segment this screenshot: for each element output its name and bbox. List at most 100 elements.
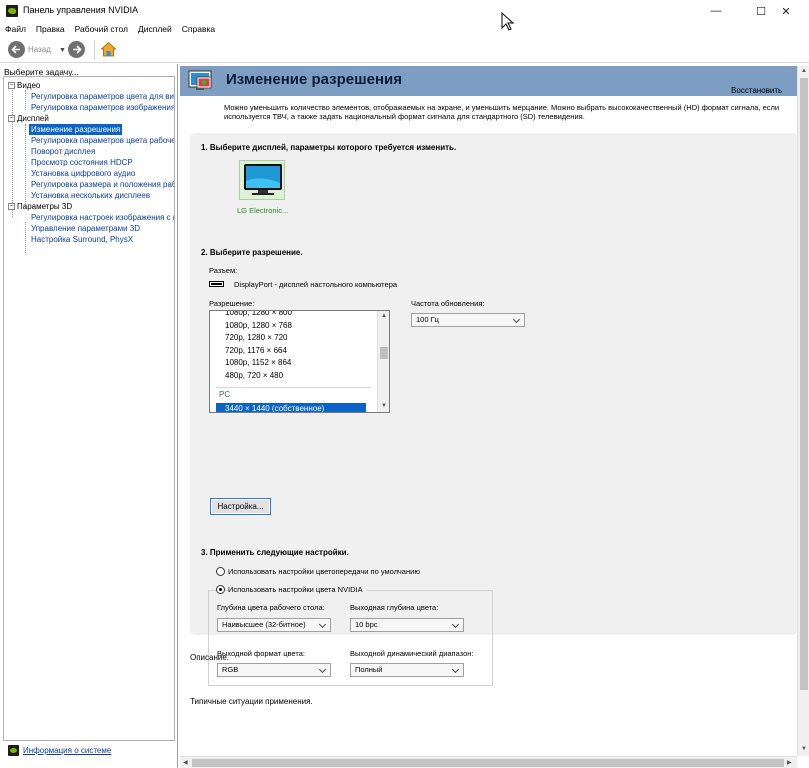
tree-item-desktop-color[interactable]: Регулировка параметров цвета рабочего ст… (31, 135, 174, 146)
menu-desktop[interactable]: Рабочий стол (75, 24, 128, 34)
tree-category-label: Дисплей (17, 114, 49, 123)
radio-default-color-label[interactable]: Использовать настройки цветопередачи по … (228, 567, 420, 576)
tree-category-label: Параметры 3D (17, 202, 73, 211)
forward-arrow-icon (73, 45, 82, 54)
desktop-depth-select[interactable]: Наивысшее (32-битное) (217, 618, 331, 632)
nvidia-app-icon (6, 5, 18, 17)
task-tree: − Видео Регулировка параметров цвета для … (3, 76, 175, 741)
radio-default-color[interactable] (216, 567, 225, 576)
toolbar: Назад ▼ (0, 37, 809, 63)
scroll-left-icon[interactable]: ◀ (183, 759, 188, 766)
back-button[interactable] (8, 41, 25, 58)
nvidia-logo-icon (8, 745, 19, 756)
output-format-label: Выходной формат цвета: (217, 649, 305, 658)
display-settings-icon (188, 70, 212, 90)
task-pane: Выберите задачу... − Видео Регулировка па… (0, 64, 178, 768)
tree-item-manage-3d[interactable]: Управление параметрами 3D (31, 223, 140, 234)
customize-button[interactable]: Настройка... (210, 498, 271, 515)
tree-item-rotate-display[interactable]: Поворот дисплея (31, 146, 95, 157)
tree-line (25, 90, 26, 110)
section-select-resolution: 2. Выберите разрешение. (201, 248, 303, 257)
description-label: Описание. (190, 653, 230, 662)
system-info[interactable]: Информация о системе (8, 745, 111, 756)
list-group-pc: PC (219, 390, 231, 399)
tree-line (25, 124, 26, 208)
monitor-icon (244, 164, 282, 195)
list-item[interactable]: 1080p, 1152 × 864 (225, 357, 291, 369)
list-item[interactable]: 720p, 1176 × 664 (225, 345, 287, 357)
desktop-depth-label: Глубина цвета рабочего стола: (217, 603, 325, 612)
dynamic-range-label: Выходной динамический диапазон: (350, 649, 474, 658)
menu-file[interactable]: Файл (5, 24, 26, 34)
tree-item-video-image[interactable]: Регулировка параметров изображения для в… (31, 102, 174, 113)
refresh-rate-select[interactable]: 100 Гц (411, 313, 525, 327)
radio-nvidia-color-label[interactable]: Использовать настройки цвета NVIDIA (228, 585, 366, 594)
tree-line (25, 222, 26, 253)
restore-link[interactable]: Восстановить (731, 86, 782, 95)
tree-category-label: Видео (17, 81, 41, 90)
scroll-up-icon[interactable]: ▲ (381, 313, 387, 319)
minimize-button[interactable]: — (693, 0, 739, 22)
menu-help[interactable]: Справка (182, 24, 215, 34)
home-icon[interactable] (100, 41, 117, 58)
refresh-rate-label: Частота обновления: (411, 299, 485, 308)
resolution-list[interactable]: 1080p, 1280 × 800 1080p, 1280 × 768 720p… (209, 310, 390, 413)
output-format-select[interactable]: RGB (217, 663, 331, 677)
scroll-thumb[interactable] (380, 347, 388, 359)
dynamic-range-select[interactable]: Полный (350, 663, 464, 677)
scroll-up-icon[interactable]: ▲ (801, 68, 807, 74)
window-title: Панель управления NVIDIA (23, 5, 139, 15)
page-banner: Изменение разрешения (180, 66, 797, 96)
menu-edit[interactable]: Правка (36, 24, 65, 34)
tree-item-change-resolution[interactable]: Изменение разрешения (29, 124, 123, 135)
tree-item-multiple-displays[interactable]: Установка нескольких дисплеев (31, 190, 150, 201)
title-bar: Панель управления NVIDIA — ☐ ✕ (0, 0, 809, 22)
scroll-down-icon[interactable]: ▼ (801, 746, 807, 752)
collapse-icon[interactable]: − (8, 115, 15, 123)
tree-item-video-color[interactable]: Регулировка параметров цвета для видео (31, 91, 174, 102)
tree-category-video[interactable]: − Видео (8, 80, 40, 91)
tree-category-3d[interactable]: − Параметры 3D (8, 201, 72, 212)
display-name: LG Electronic... (237, 206, 289, 215)
tree-item-hdcp-status[interactable]: Просмотр состояния HDCP (31, 157, 133, 168)
content-pane: Изменение разрешения Восстановить Можно … (180, 64, 809, 768)
list-item[interactable]: 720p, 1280 × 720 (225, 332, 288, 344)
forward-button[interactable] (68, 41, 85, 58)
tree-item-surround-physx[interactable]: Настройка Surround, PhysX (31, 234, 133, 245)
radio-nvidia-color[interactable] (216, 585, 225, 594)
output-depth-label: Выходная глубина цвета: (350, 603, 439, 612)
resolution-list-scrollbar[interactable]: ▲ ▼ (377, 311, 389, 412)
connector-value: DisplayPort - дисплей настольного компью… (234, 280, 398, 289)
system-info-link[interactable]: Информация о системе (23, 746, 111, 755)
collapse-icon[interactable]: − (8, 82, 15, 90)
tree-item-desktop-size[interactable]: Регулировка размера и положения рабочего… (31, 179, 174, 190)
scroll-thumb[interactable] (800, 78, 808, 690)
list-item[interactable]: 1080p, 1280 × 768 (225, 320, 292, 332)
connector-label: Разъем: (209, 266, 238, 275)
tree-item-image-preview[interactable]: Регулировка настроек изображения с просм… (31, 212, 174, 223)
scroll-right-icon[interactable]: ▶ (787, 759, 792, 766)
history-dropdown-icon[interactable]: ▼ (59, 47, 66, 54)
list-item[interactable]: 480p, 720 × 480 (225, 370, 283, 382)
tree-line (12, 87, 13, 217)
output-depth-select[interactable]: 10 bpc (350, 618, 464, 632)
menu-bar: Файл Правка Рабочий стол Дисплей Справка (0, 22, 809, 36)
tree-item-digital-audio[interactable]: Установка цифрового аудио (31, 168, 135, 179)
list-item[interactable]: 1080p, 1280 × 800 (225, 311, 292, 319)
section-select-display: 1. Выберите дисплей, параметры которого … (201, 143, 457, 152)
list-item-selected[interactable]: 3440 × 1440 (собственное) (216, 403, 366, 412)
toolbar-separator (94, 40, 95, 60)
menu-display[interactable]: Дисплей (138, 24, 172, 34)
content-vertical-scrollbar[interactable]: ▲ ▼ (797, 66, 809, 756)
display-tile[interactable] (239, 160, 285, 200)
back-arrow-icon (11, 45, 20, 54)
back-label: Назад (28, 45, 51, 54)
usage-label: Типичные ситуации применения. (190, 697, 313, 706)
collapse-icon[interactable]: − (8, 203, 15, 211)
close-button[interactable]: ✕ (763, 0, 809, 22)
tree-category-display[interactable]: − Дисплей (8, 113, 49, 124)
scroll-down-icon[interactable]: ▼ (381, 403, 387, 409)
scroll-thumb[interactable] (192, 759, 784, 767)
settings-panel: 1. Выберите дисплей, параметры которого … (190, 133, 797, 686)
content-horizontal-scrollbar[interactable]: ◀ ▶ (180, 756, 797, 768)
